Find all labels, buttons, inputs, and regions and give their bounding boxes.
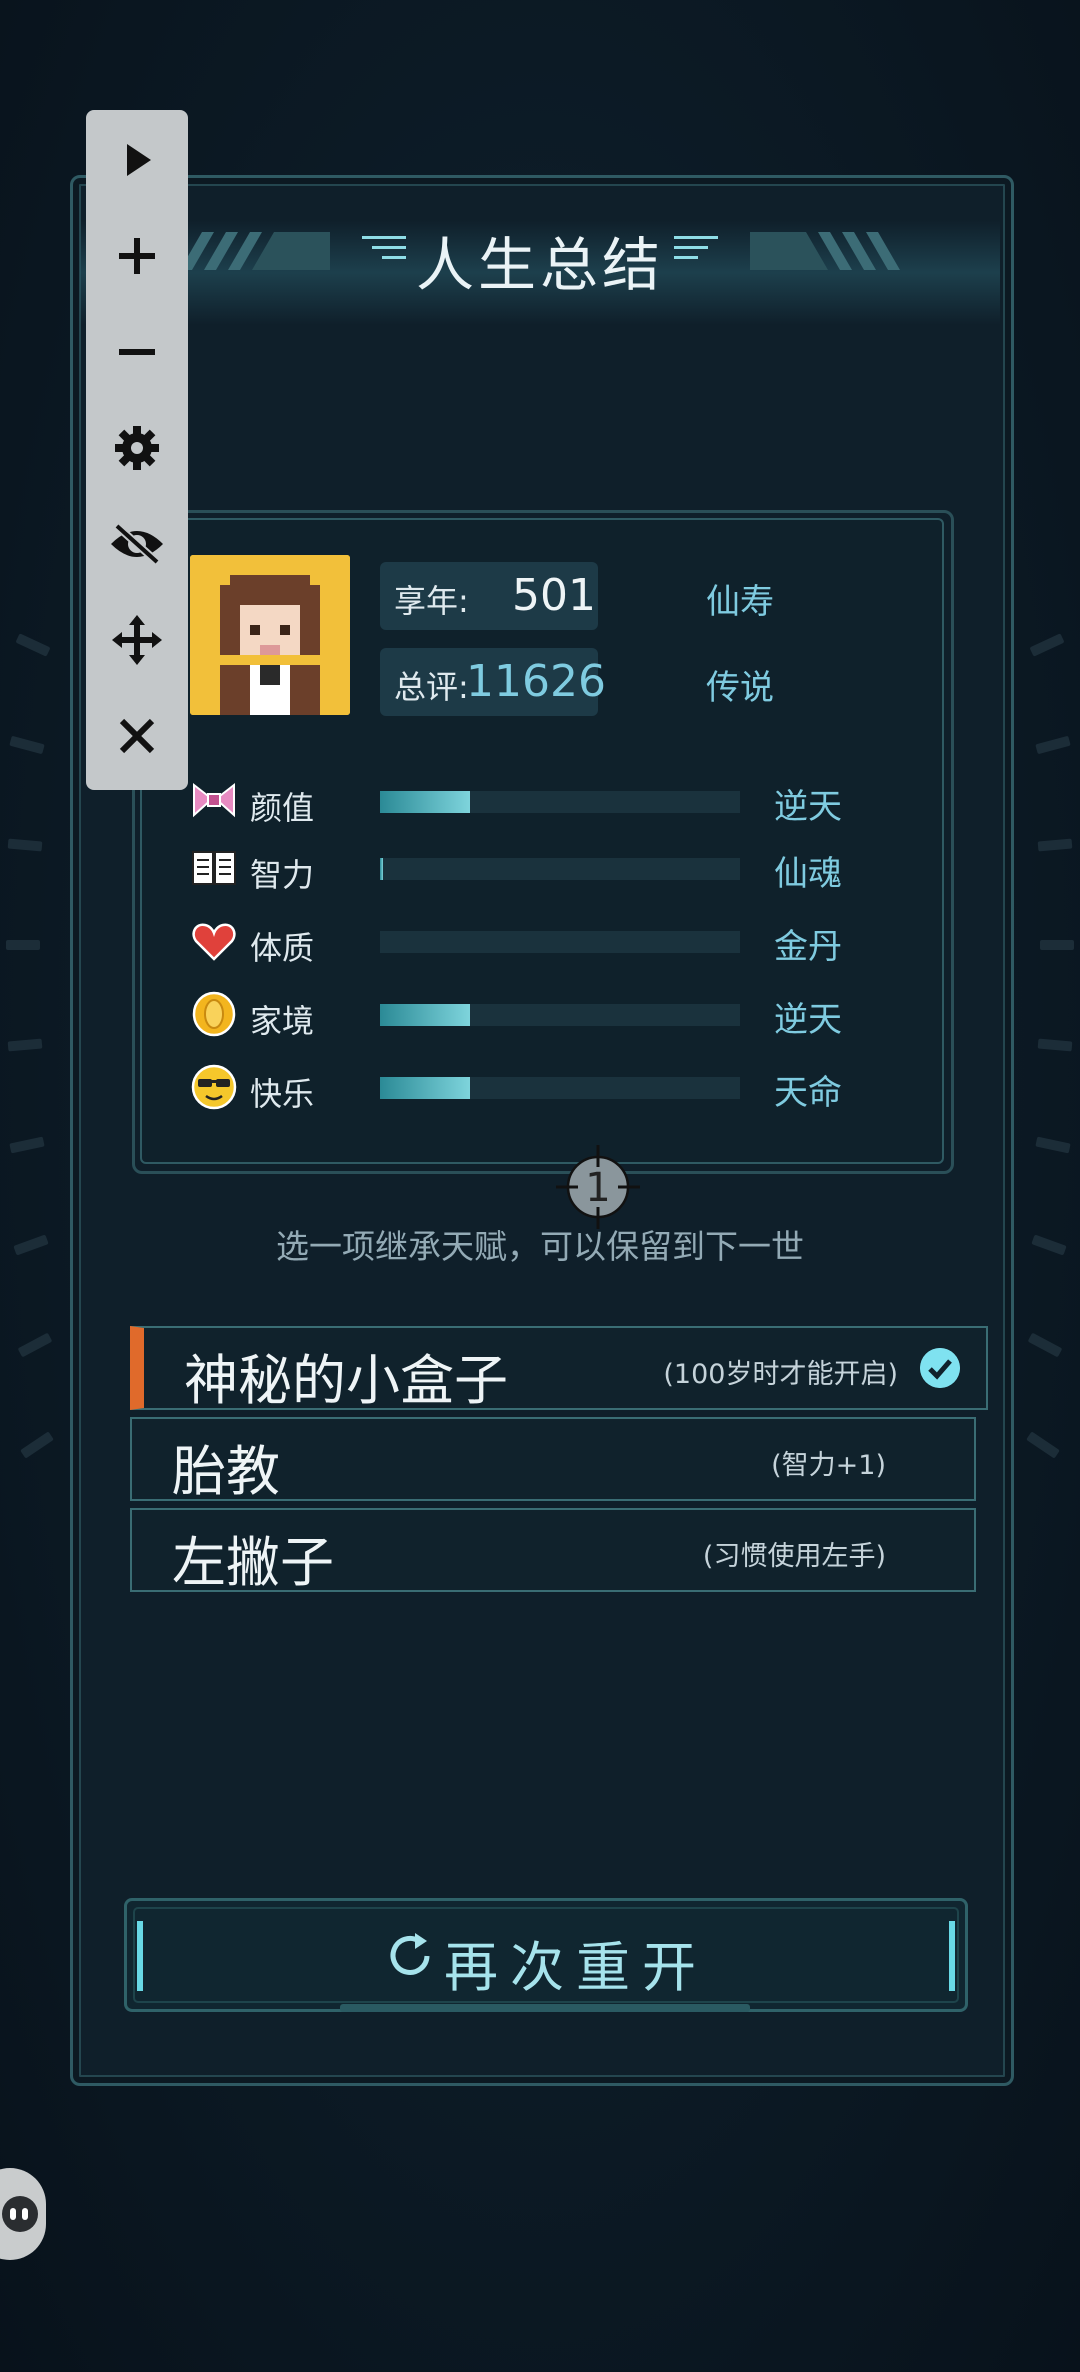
attribute-row-intelligence: 智力 仙魂 bbox=[190, 844, 870, 894]
zoom-in-button[interactable] bbox=[86, 208, 188, 304]
coin-icon bbox=[192, 991, 236, 1037]
attribute-bar bbox=[380, 791, 740, 813]
eye-off-icon bbox=[111, 523, 163, 565]
restart-underline bbox=[340, 2004, 750, 2012]
attribute-grade: 逆天 bbox=[774, 1000, 842, 1040]
inherit-hint: 选一项继承天赋，可以保留到下一世 bbox=[276, 1227, 804, 1266]
score-pill: 总评: 11626 bbox=[380, 648, 606, 716]
bow-icon bbox=[193, 782, 235, 818]
play-icon bbox=[127, 144, 151, 176]
score-label: 总评: bbox=[394, 668, 469, 706]
title-deco-right bbox=[674, 236, 718, 266]
attribute-bar-fill bbox=[380, 1077, 470, 1099]
attribute-bar-fill bbox=[380, 791, 470, 813]
talent-desc: (习惯使用左手) bbox=[702, 1541, 886, 1572]
age-grade: 仙寿 bbox=[706, 582, 774, 622]
attribute-name: 家境 bbox=[250, 1002, 315, 1040]
zoom-out-button[interactable] bbox=[86, 304, 188, 400]
check-icon bbox=[920, 1348, 960, 1388]
hide-button[interactable] bbox=[86, 496, 188, 592]
close-icon bbox=[119, 718, 155, 754]
talent-desc: (智力+1) bbox=[771, 1450, 886, 1481]
attribute-row-constitution: 体质 金丹 bbox=[190, 917, 870, 967]
attribute-bar bbox=[380, 858, 740, 880]
attribute-bar-fill bbox=[380, 858, 383, 880]
crosshair-cursor[interactable]: 1 bbox=[556, 1145, 640, 1229]
sunglasses-face-icon bbox=[191, 1064, 237, 1110]
attribute-name: 智力 bbox=[250, 856, 315, 894]
talent-desc: (100岁时才能开启) bbox=[663, 1359, 898, 1390]
attribute-grade: 天命 bbox=[774, 1073, 842, 1113]
attribute-name: 体质 bbox=[250, 929, 315, 967]
attribute-row-looks: 颜值 逆天 bbox=[190, 777, 870, 827]
move-button[interactable] bbox=[86, 592, 188, 688]
plus-icon bbox=[119, 238, 155, 274]
attribute-bar bbox=[380, 1004, 740, 1026]
age-value: 501 bbox=[512, 570, 596, 621]
attribute-grade: 仙魂 bbox=[774, 854, 842, 894]
attribute-row-family: 家境 逆天 bbox=[190, 990, 870, 1040]
age-label: 享年: bbox=[394, 582, 469, 620]
talent-option-2[interactable]: 胎教 (智力+1) bbox=[130, 1417, 976, 1503]
assistant-face-icon bbox=[2, 2196, 38, 2232]
move-icon bbox=[112, 615, 162, 665]
attribute-grade: 逆天 bbox=[774, 787, 842, 827]
restart-button[interactable]: 再次重开 bbox=[124, 1898, 968, 2012]
talent-name: 神秘的小盒子 bbox=[184, 1349, 508, 1412]
score-value: 11626 bbox=[466, 656, 606, 707]
avatar bbox=[190, 555, 350, 715]
attribute-name: 快乐 bbox=[250, 1075, 315, 1113]
talent-option-3[interactable]: 左撇子 (习惯使用左手) bbox=[130, 1508, 976, 1594]
score-grade: 传说 bbox=[706, 668, 774, 708]
settings-button[interactable] bbox=[86, 400, 188, 496]
floating-toolbar bbox=[86, 110, 188, 790]
play-button[interactable] bbox=[86, 112, 188, 208]
close-button[interactable] bbox=[86, 688, 188, 784]
restart-label: 再次重开 bbox=[444, 1936, 708, 1999]
book-icon bbox=[192, 851, 236, 885]
talent-option-1[interactable]: 神秘的小盒子 (100岁时才能开启) bbox=[130, 1326, 988, 1412]
minus-icon bbox=[119, 349, 155, 355]
gear-icon bbox=[115, 426, 159, 470]
floating-assistant-bubble[interactable] bbox=[0, 2168, 46, 2260]
attribute-bar bbox=[380, 1077, 740, 1099]
attribute-bar-fill bbox=[380, 1004, 470, 1026]
heart-icon bbox=[192, 923, 236, 961]
attribute-bar bbox=[380, 931, 740, 953]
attribute-grade: 金丹 bbox=[774, 927, 842, 967]
age-pill: 享年: 501 bbox=[380, 562, 598, 630]
attribute-row-happiness: 快乐 天命 bbox=[190, 1063, 870, 1113]
talent-name: 左撇子 bbox=[172, 1531, 334, 1594]
talent-name: 胎教 bbox=[172, 1440, 280, 1503]
crosshair-label: 1 bbox=[585, 1165, 610, 1211]
attribute-name: 颜值 bbox=[250, 789, 315, 827]
